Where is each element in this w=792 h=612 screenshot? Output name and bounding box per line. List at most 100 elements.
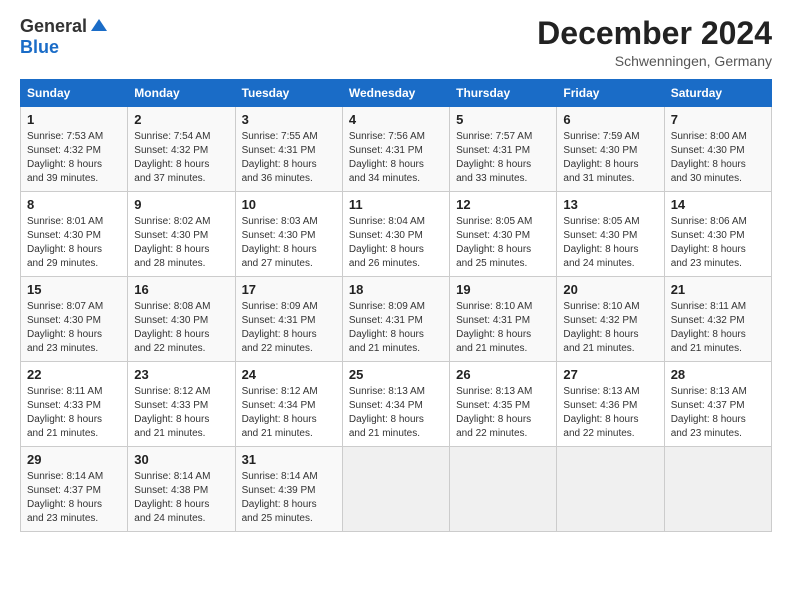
- location: Schwenningen, Germany: [537, 53, 772, 69]
- day-info-line: Sunrise: 7:59 AM: [563, 131, 639, 142]
- day-number: 6: [563, 112, 657, 127]
- header: General Blue December 2024 Schwenningen,…: [20, 16, 772, 69]
- day-info-line: Daylight: 8 hours: [456, 329, 531, 340]
- day-info-line: and 21 minutes.: [563, 343, 634, 354]
- day-info-line: Sunrise: 8:11 AM: [27, 386, 102, 397]
- day-number: 26: [456, 367, 550, 382]
- calendar-cell: 27 Sunrise: 8:13 AMSunset: 4:36 PMDayligh…: [557, 362, 664, 447]
- day-info-line: and 22 minutes.: [134, 343, 205, 354]
- calendar-cell: 31 Sunrise: 8:14 AM Sunset: 4:39 PM Dayligh…: [235, 447, 342, 532]
- day-info-line: Daylight: 8 hours: [671, 414, 746, 425]
- day-info: Sunrise: 8:13 AMSunset: 4:36 PMDaylight:…: [563, 385, 657, 441]
- day-info-line: Sunset: 4:30 PM: [27, 230, 101, 241]
- day-number: 21: [671, 282, 765, 297]
- day-info-line: Daylight: 8 hours: [349, 159, 424, 170]
- day-info-line: and 21 minutes.: [134, 428, 205, 439]
- day-info-line: Daylight: 8 hours: [563, 244, 638, 255]
- day-info-line: Sunset: 4:30 PM: [671, 230, 745, 241]
- day-info-line: Sunset: 4:33 PM: [27, 400, 101, 411]
- day-info-line: Sunset: 4:34 PM: [349, 400, 423, 411]
- day-info: Sunrise: 8:10 AMSunset: 4:32 PMDaylight:…: [563, 300, 657, 356]
- day-info: Sunrise: 8:14 AMSunset: 4:37 PMDaylight:…: [27, 470, 121, 526]
- day-number: 30: [134, 452, 228, 467]
- day-info: Sunrise: 8:10 AMSunset: 4:31 PMDaylight:…: [456, 300, 550, 356]
- day-info: Sunrise: 8:02 AMSunset: 4:30 PMDaylight:…: [134, 215, 228, 271]
- day-info-line: and 33 minutes.: [456, 173, 527, 184]
- day-info-line: Sunrise: 8:09 AM: [349, 301, 425, 312]
- day-info-line: Sunrise: 8:00 AM: [671, 131, 747, 142]
- day-info-line: Daylight: 8 hours: [242, 159, 317, 170]
- day-number: 31: [242, 452, 336, 467]
- day-number: 27: [563, 367, 657, 382]
- day-info-line: and 23 minutes.: [671, 258, 742, 269]
- calendar-cell: 5Sunrise: 7:57 AMSunset: 4:31 PMDaylight…: [450, 107, 557, 192]
- day-info: Sunrise: 8:07 AMSunset: 4:30 PMDaylight:…: [27, 300, 121, 356]
- day-info: Sunrise: 8:11 AMSunset: 4:32 PMDaylight:…: [671, 300, 765, 356]
- day-info-line: Daylight: 8 hours: [27, 499, 102, 510]
- day-info-line: Sunrise: 8:08 AM: [134, 301, 210, 312]
- day-info-line: Sunrise: 8:13 AM: [671, 386, 747, 397]
- day-info-line: Sunset: 4:30 PM: [242, 230, 316, 241]
- day-info-line: and 21 minutes.: [671, 343, 742, 354]
- calendar-cell: [342, 447, 449, 532]
- day-info-line: and 25 minutes.: [456, 258, 527, 269]
- day-info-line: Daylight: 8 hours: [27, 159, 102, 170]
- day-info: Sunrise: 8:12 AMSunset: 4:34 PMDaylight:…: [242, 385, 336, 441]
- day-number: 13: [563, 197, 657, 212]
- day-info: Sunrise: 7:55 AM Sunset: 4:31 PM Daylight:…: [242, 130, 336, 186]
- day-info-line: Sunset: 4:37 PM: [671, 400, 745, 411]
- day-of-week-header: Tuesday: [235, 80, 342, 107]
- title-block: December 2024 Schwenningen, Germany: [537, 16, 772, 69]
- day-info-line: Sunrise: 7:55 AM: [242, 131, 318, 142]
- day-info-line: Sunrise: 8:13 AM: [456, 386, 532, 397]
- day-number: 2: [134, 112, 228, 127]
- day-info-line: Daylight: 8 hours: [456, 159, 531, 170]
- day-info-line: Sunset: 4:30 PM: [27, 315, 101, 326]
- day-info-line: Sunset: 4:30 PM: [134, 315, 208, 326]
- day-info-line: Sunset: 4:31 PM: [242, 145, 316, 156]
- day-info: Sunrise: 8:11 AMSunset: 4:33 PMDaylight:…: [27, 385, 121, 441]
- day-info-line: and 21 minutes.: [27, 428, 98, 439]
- day-info-line: Sunrise: 8:05 AM: [563, 216, 639, 227]
- day-info-line: Daylight: 8 hours: [242, 499, 317, 510]
- day-number: 14: [671, 197, 765, 212]
- day-info-line: Daylight: 8 hours: [242, 244, 317, 255]
- calendar-cell: 1Sunrise: 7:53 AMSunset: 4:32 PMDaylight…: [21, 107, 128, 192]
- day-info: Sunrise: 8:09 AMSunset: 4:31 PMDaylight:…: [242, 300, 336, 356]
- day-number: 7: [671, 112, 765, 127]
- day-info-line: Daylight: 8 hours: [563, 329, 638, 340]
- day-info-line: Daylight: 8 hours: [563, 159, 638, 170]
- day-number: 9: [134, 197, 228, 212]
- day-info-line: and 21 minutes.: [242, 428, 313, 439]
- day-info-line: Sunset: 4:38 PM: [134, 485, 208, 496]
- page: General Blue December 2024 Schwenningen,…: [0, 0, 792, 612]
- day-info-line: and 26 minutes.: [349, 258, 420, 269]
- calendar-cell: 16Sunrise: 8:08 AMSunset: 4:30 PMDayligh…: [128, 277, 235, 362]
- day-of-week-header: Friday: [557, 80, 664, 107]
- day-info-line: Sunrise: 8:14 AM: [242, 471, 318, 482]
- day-info-line: and 24 minutes.: [134, 513, 205, 524]
- calendar-cell: 21 Sunrise: 8:11 AMSunset: 4:32 PMDayligh…: [664, 277, 771, 362]
- calendar-cell: 22Sunrise: 8:11 AMSunset: 4:33 PMDayligh…: [21, 362, 128, 447]
- day-number: 15: [27, 282, 121, 297]
- day-info-line: Sunset: 4:32 PM: [134, 145, 208, 156]
- day-info-line: Sunset: 4:39 PM: [242, 485, 316, 496]
- day-info-line: Daylight: 8 hours: [134, 414, 209, 425]
- calendar-cell: 14Sunrise: 8:06 AMSunset: 4:30 PMDayligh…: [664, 192, 771, 277]
- day-of-week-header: Thursday: [450, 80, 557, 107]
- calendar-cell: 7Sunrise: 8:00 AMSunset: 4:30 PMDaylight…: [664, 107, 771, 192]
- day-info-line: Sunset: 4:30 PM: [563, 230, 637, 241]
- day-info: Sunrise: 8:08 AMSunset: 4:30 PMDaylight:…: [134, 300, 228, 356]
- day-info-line: Sunset: 4:30 PM: [349, 230, 423, 241]
- day-info-line: Sunset: 4:34 PM: [242, 400, 316, 411]
- logo-icon: [89, 17, 109, 37]
- calendar-table: SundayMondayTuesdayWednesdayThursdayFrid…: [20, 79, 772, 532]
- day-info-line: Sunset: 4:35 PM: [456, 400, 530, 411]
- calendar-cell: 13 Sunrise: 8:05 AM Sunset: 4:30 PM Dayligh…: [557, 192, 664, 277]
- day-info-line: and 23 minutes.: [27, 513, 98, 524]
- day-number: 29: [27, 452, 121, 467]
- day-info-line: Sunset: 4:30 PM: [134, 230, 208, 241]
- calendar-cell: 17Sunrise: 8:09 AMSunset: 4:31 PMDayligh…: [235, 277, 342, 362]
- day-info-line: and 36 minutes.: [242, 173, 313, 184]
- day-of-week-header: Wednesday: [342, 80, 449, 107]
